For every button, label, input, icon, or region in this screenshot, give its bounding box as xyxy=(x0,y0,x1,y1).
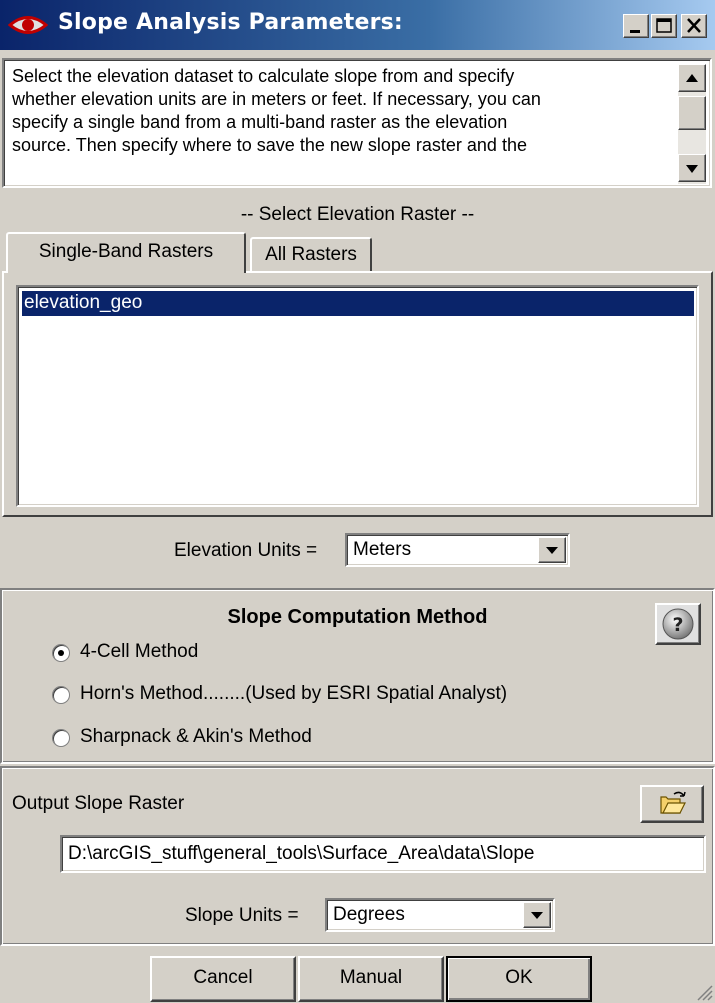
output-slope-raster-label: Output Slope Raster xyxy=(12,793,185,814)
title-bar[interactable]: Slope Analysis Parameters: xyxy=(0,0,715,50)
slope-units-select[interactable]: Degrees xyxy=(325,898,555,932)
radio-label: Horn's Method........(Used by ESRI Spati… xyxy=(80,683,508,704)
raster-listbox[interactable]: elevation_geo xyxy=(16,285,699,507)
elevation-units-value: Meters xyxy=(353,539,412,560)
chevron-down-icon[interactable] xyxy=(523,902,551,928)
radio-label: 4-Cell Method xyxy=(80,641,199,662)
scroll-thumb[interactable] xyxy=(678,96,706,130)
open-folder-icon[interactable] xyxy=(640,785,704,823)
select-elevation-heading: -- Select Elevation Raster -- xyxy=(240,204,475,225)
list-item[interactable]: elevation_geo xyxy=(21,290,695,317)
svg-text:?: ? xyxy=(672,614,683,636)
slope-units-value: Degrees xyxy=(333,904,405,925)
cancel-button[interactable]: Cancel xyxy=(150,956,296,1002)
description-line: source. Then specify where to save the n… xyxy=(12,135,527,155)
close-icon[interactable] xyxy=(681,14,707,38)
chevron-down-icon[interactable] xyxy=(538,537,566,563)
resize-grip-icon[interactable] xyxy=(695,983,713,1001)
radio-button[interactable] xyxy=(52,729,70,747)
output-path-value: D:\arcGIS_stuff\general_tools\Surface_Ar… xyxy=(68,843,535,864)
slope-analysis-dialog: Slope Analysis Parameters: Select the el… xyxy=(0,0,715,1003)
radio-button[interactable] xyxy=(52,644,70,662)
maximize-icon[interactable] xyxy=(651,14,677,38)
help-icon[interactable]: ? xyxy=(655,603,701,645)
method-heading: Slope Computation Method xyxy=(227,606,488,628)
minimize-icon[interactable] xyxy=(623,14,649,38)
ok-button[interactable]: OK xyxy=(446,956,592,1002)
radio-button[interactable] xyxy=(52,686,70,704)
radio-label: Sharpnack & Akin's Method xyxy=(80,726,312,747)
tab-all-rasters[interactable]: All Rasters xyxy=(250,237,372,271)
manual-button[interactable]: Manual xyxy=(298,956,444,1002)
description-line: Select the elevation dataset to calculat… xyxy=(12,66,515,86)
description-line: specify a single band from a multi-band … xyxy=(12,112,508,132)
elevation-units-select[interactable]: Meters xyxy=(345,533,570,567)
description-scrollbar[interactable] xyxy=(678,64,706,184)
elevation-units-label: Elevation Units = xyxy=(174,540,318,561)
tab-single-band-rasters[interactable]: Single-Band Rasters xyxy=(6,232,246,273)
app-eye-icon xyxy=(8,16,48,34)
output-path-field[interactable]: D:\arcGIS_stuff\general_tools\Surface_Ar… xyxy=(60,835,706,873)
window-title: Slope Analysis Parameters: xyxy=(58,10,403,35)
scroll-down-icon[interactable] xyxy=(678,154,706,182)
scroll-up-icon[interactable] xyxy=(678,64,706,92)
raster-tab-panel: elevation_geo xyxy=(2,271,713,517)
description-box[interactable]: Select the elevation dataset to calculat… xyxy=(2,58,712,188)
description-line: whether elevation units are in meters or… xyxy=(12,89,541,109)
slope-units-label: Slope Units = xyxy=(185,905,299,926)
description-text: Select the elevation dataset to calculat… xyxy=(12,65,660,180)
